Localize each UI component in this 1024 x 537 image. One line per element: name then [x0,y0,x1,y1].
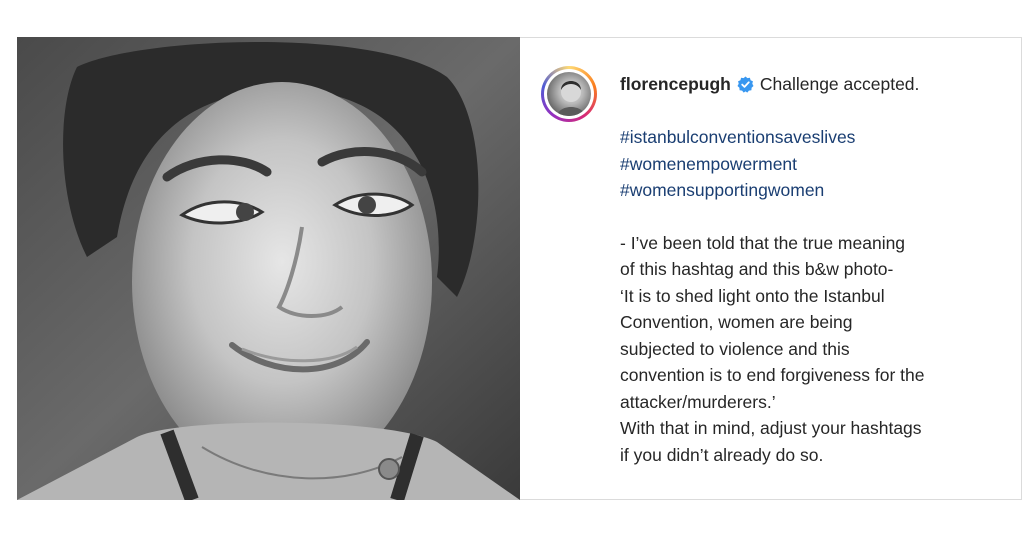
avatar [547,72,591,116]
post-caption: florencepugh Challenge accepted. #istanb… [620,70,1020,468]
hashtag-link[interactable]: #womensupportingwomen [620,177,1020,204]
instagram-post-screenshot: florencepugh Challenge accepted. #istanb… [0,0,1024,537]
caption-header: florencepugh Challenge accepted. [620,70,1020,98]
caption-line: if you didn’t already do so. [620,444,824,465]
caption-line: Convention, women are being [620,312,853,332]
hashtag-link[interactable]: #istanbulconventionsaveslives [620,124,1020,151]
caption-line: convention is to end forgiveness for the [620,365,925,385]
caption-line: With that in mind, adjust your hashtags [620,418,922,438]
caption-line: of this hashtag and this b&w photo- [620,259,894,279]
profile-avatar-ring[interactable] [541,66,597,122]
caption-body: - I’ve been told that the true meaning o… [620,230,1020,469]
avatar-border [544,69,594,119]
post-photo[interactable] [17,37,520,500]
caption-line: subjected to violence and this [620,338,850,359]
caption-line: ‘It is to shed light onto the Istanbul [620,285,885,306]
portrait-illustration [17,37,520,500]
hashtag-list: #istanbulconventionsaveslives #womenempo… [620,124,1020,204]
hashtag-link[interactable]: #womenempowerment [620,151,1020,178]
caption-line: - I’ve been told that the true meaning [620,232,906,253]
caption-headline: Challenge accepted. [759,73,920,94]
username-link[interactable]: florencepugh [620,71,731,98]
caption-line: attacker/murderers.’ [620,391,776,412]
verified-badge-icon [737,76,754,93]
